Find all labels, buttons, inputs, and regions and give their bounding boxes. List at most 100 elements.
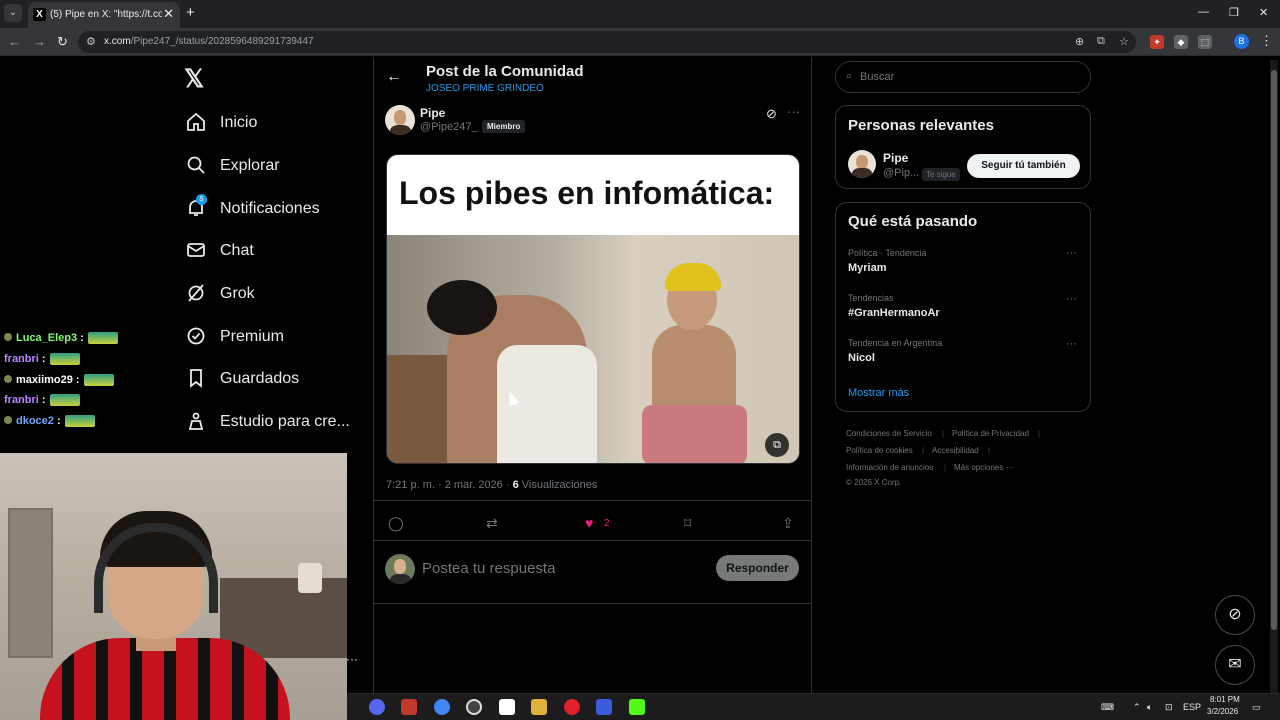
grok-float-button[interactable]: ⊘: [1215, 595, 1255, 635]
browser-menu-icon[interactable]: ⋮: [1260, 33, 1273, 49]
extension-icon[interactable]: ✦: [1150, 35, 1164, 49]
reply-button[interactable]: Responder: [716, 555, 799, 581]
back-icon[interactable]: ←: [8, 34, 21, 49]
trend-name[interactable]: #GranHermanoAr: [848, 307, 940, 319]
install-app-icon[interactable]: ⧉: [1097, 35, 1105, 48]
reply-input[interactable]: Postea tu respuesta: [422, 560, 555, 577]
clock-time[interactable]: 8:01 PM: [1210, 695, 1240, 704]
show-more-link[interactable]: Mostrar más: [848, 387, 909, 399]
restore-window-icon[interactable]: ❐: [1229, 6, 1239, 19]
reload-icon[interactable]: ↻: [57, 34, 68, 50]
obs-icon[interactable]: [466, 699, 482, 715]
trend-more-icon[interactable]: ···: [1066, 247, 1077, 259]
sidebar-item-label: Estudio para cre...: [220, 413, 350, 430]
language-indicator[interactable]: ESP: [1183, 702, 1201, 712]
follows-you-badge: Te sigue: [922, 168, 960, 181]
chat-emote-icon: [83, 374, 114, 387]
notification-center-icon[interactable]: ▭: [1252, 702, 1261, 713]
grok-icon[interactable]: ⊘: [766, 106, 777, 122]
site-info-icon[interactable]: ⚙: [86, 35, 96, 48]
tab-search-dropdown-icon[interactable]: ⌄: [4, 4, 22, 22]
search-input[interactable]: ⌕ Buscar: [835, 61, 1091, 93]
meme-caption: Los pibes en infomática:: [399, 175, 775, 211]
chat-username: dkoce2: [16, 415, 54, 427]
windows-taskbar: ⌨ ⌃ 🔈︎ ⊡ ESP ▭: [347, 693, 1280, 720]
profile-avatar[interactable]: B: [1234, 34, 1249, 49]
kick-icon[interactable]: [629, 699, 645, 715]
footer-link-accessibility[interactable]: Accesibilidad: [932, 446, 979, 455]
network-icon[interactable]: ⊡: [1165, 702, 1173, 713]
community-link[interactable]: JOSEO PRIME GRINDEO: [426, 83, 544, 94]
footer-link-cookies[interactable]: Política de cookies: [846, 446, 913, 455]
current-user-avatar[interactable]: [385, 554, 415, 584]
webcam-background-door: [8, 508, 53, 658]
media-edit-icon[interactable]: ⧉: [765, 433, 789, 457]
forward-icon[interactable]: →: [33, 34, 46, 49]
extension-icon[interactable]: ◆: [1174, 35, 1188, 49]
like-icon[interactable]: ♥: [585, 515, 593, 531]
footer-link-more[interactable]: Más opciones ···: [954, 463, 1014, 472]
chrome-icon[interactable]: [434, 699, 450, 715]
messages-float-button[interactable]: ✉: [1215, 645, 1255, 685]
footer-copyright: © 2026 X Corp.: [846, 478, 902, 487]
trend-meta: Tendencias: [848, 293, 894, 303]
post-media[interactable]: Los pibes en infomática:: [386, 154, 800, 464]
trend-more-icon[interactable]: ···: [1066, 338, 1077, 350]
tab-close-icon[interactable]: ✕: [163, 6, 174, 22]
trend-name[interactable]: Myriam: [848, 262, 887, 274]
mail-icon: [187, 243, 205, 257]
minimize-window-icon[interactable]: —: [1198, 6, 1209, 18]
app-icon[interactable]: [596, 699, 612, 715]
footer-link-ads[interactable]: Información de anuncios: [846, 463, 933, 472]
search-icon: [187, 156, 205, 174]
file-explorer-icon[interactable]: [531, 699, 547, 715]
share-icon[interactable]: ⇪: [782, 515, 794, 532]
avatar[interactable]: [848, 150, 876, 178]
trend-more-icon[interactable]: ···: [1066, 293, 1077, 305]
chat-emote-icon: [49, 353, 80, 366]
address-bar[interactable]: ⚙ x.com/Pipe247_/status/2028596489291739…: [78, 31, 1136, 53]
page-scrollbar-thumb[interactable]: [1271, 70, 1277, 630]
relevant-person-name[interactable]: Pipe: [883, 151, 908, 165]
x-logo-icon[interactable]: 𝕏: [184, 64, 204, 94]
photo-beanie: [665, 263, 721, 291]
sidebar-item-label: Grok: [220, 285, 255, 302]
tray-expand-icon[interactable]: ⌃: [1133, 702, 1141, 713]
footer-link-terms[interactable]: Condiciones de Servicio: [846, 429, 932, 438]
url-text[interactable]: x.com/Pipe247_/status/202859648929173944…: [104, 36, 314, 47]
footer-link-privacy[interactable]: Política de Privacidad: [952, 429, 1029, 438]
trend-name[interactable]: Nicol: [848, 352, 875, 364]
bookmark-icon[interactable]: ⌑: [684, 515, 691, 532]
back-arrow-icon[interactable]: ←: [386, 68, 402, 86]
opera-icon[interactable]: [564, 699, 580, 715]
author-name[interactable]: Pipe: [420, 106, 445, 120]
footer-separator: |: [922, 446, 925, 455]
extensions-puzzle-icon[interactable]: ⬚: [1198, 35, 1212, 49]
follow-back-button[interactable]: Seguir tú también: [967, 154, 1080, 178]
post-timestamp[interactable]: 7:21 p. m. · 2 mar. 2026 · 6 Visualizaci…: [386, 479, 597, 491]
browser-tab[interactable]: X (5) Pipe en X: "https://t.co/b8i8kfhkF…: [28, 2, 180, 28]
chat-username: Luca_Elep3: [16, 332, 78, 344]
bookmark-star-icon[interactable]: ☆: [1119, 35, 1129, 48]
zoom-icon[interactable]: ⊕: [1075, 35, 1084, 48]
new-tab-button[interactable]: +: [186, 4, 195, 21]
discord-icon[interactable]: [369, 699, 385, 715]
keyboard-icon[interactable]: ⌨: [1101, 702, 1114, 713]
close-window-icon[interactable]: ✕: [1259, 6, 1268, 19]
mail-icon: ✉: [1228, 656, 1242, 673]
voicemod-icon[interactable]: [401, 699, 417, 715]
app-icon[interactable]: [499, 699, 515, 715]
verified-icon: [187, 327, 205, 345]
more-options-icon[interactable]: ···: [787, 104, 800, 119]
relevant-person-handle[interactable]: @Pip...: [883, 167, 919, 179]
stream-chat-message: Luca_Elep3 :: [4, 332, 118, 345]
repost-icon[interactable]: ⇄: [486, 515, 498, 532]
author-handle[interactable]: @Pipe247_ ·: [420, 121, 484, 133]
clock-date[interactable]: 3/2/2026: [1207, 707, 1238, 716]
search-icon: ⌕: [846, 70, 853, 82]
chat-username: franbri: [4, 353, 39, 365]
author-avatar[interactable]: [385, 105, 415, 135]
divider: [374, 540, 811, 541]
reply-icon[interactable]: ◯: [388, 515, 404, 532]
volume-icon[interactable]: 🔈︎: [1147, 702, 1152, 713]
